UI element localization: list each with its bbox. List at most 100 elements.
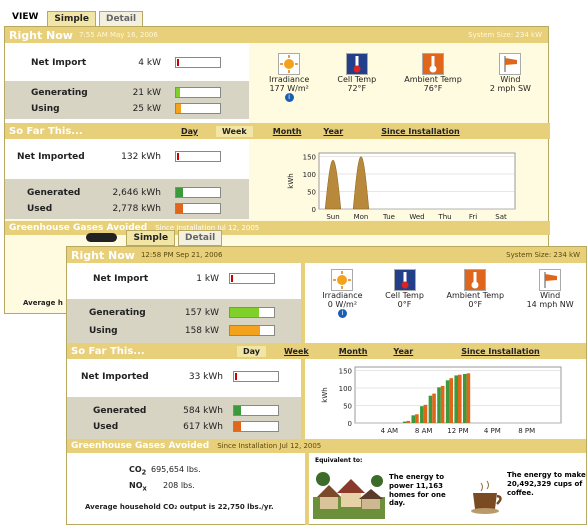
front-cell-temp-value: 0°F — [397, 300, 412, 309]
back-net-imported-label: Net Imported — [17, 151, 85, 162]
front-using-value: 158 kW — [184, 325, 219, 336]
x-tick-label: 12 PM — [447, 427, 468, 435]
back-generating-label: Generating — [31, 87, 88, 98]
back-ambient-temp-label: Ambient Temp — [404, 75, 462, 84]
front-emissions: CO2 695,654 lbs. NOx 208 lbs. Average ho… — [67, 453, 301, 525]
back-used-value: 2,778 kWh — [112, 203, 161, 214]
front-right-now-header: Right Now 12:58 PM Sep 21, 2006 System S… — [67, 247, 586, 263]
used-bar — [423, 404, 428, 423]
front-generating-meter — [229, 307, 275, 318]
front-sensor-cell-temp[interactable]: Cell Temp 0°F — [385, 269, 424, 318]
front-window: VIEW Simple Detail Right Now 12:58 PM Se… — [66, 228, 587, 525]
x-tick-label: 8 AM — [415, 427, 433, 435]
front-using-label: Using — [89, 325, 118, 336]
week-chart: 0 50 100 150 kWh Sun Mon Tue Wed Thu Fri Sat — [287, 152, 516, 221]
back-cell-temp-label: Cell Temp — [337, 75, 377, 84]
generated-bar — [454, 375, 458, 423]
front-period-month[interactable]: Month — [339, 347, 368, 356]
front-period-since-installation[interactable]: Since Installation — [461, 347, 539, 356]
x-tick-label: 4 PM — [484, 427, 501, 435]
front-wind-value: 14 mph NW — [526, 300, 574, 309]
front-generating-label: Generating — [89, 307, 146, 318]
info-icon[interactable]: i — [337, 309, 347, 318]
front-equivalents: Equivalent to: The energy to power 11,16… — [305, 453, 586, 525]
front-so-far-title: So Far This... — [71, 345, 145, 357]
x-tick-label: Wed — [409, 213, 424, 221]
tab-detail[interactable]: Detail — [98, 11, 144, 27]
front-generating-value: 157 kW — [184, 307, 219, 318]
back-period-year[interactable]: Year — [323, 127, 343, 136]
back-irradiance-label: Irradiance — [269, 75, 310, 84]
back-generating-value: 21 kW — [132, 87, 161, 98]
back-sensor-irradiance[interactable]: Irradiance 177 W/m² i — [269, 53, 309, 102]
plot-area — [318, 152, 516, 210]
back-using-meter — [175, 103, 221, 114]
used-bar — [406, 420, 411, 423]
used-bar — [415, 414, 419, 423]
back-net-import-value: 4 kW — [138, 57, 161, 68]
used-bar — [449, 378, 454, 423]
tab-simple[interactable]: Simple — [47, 11, 96, 27]
front-ambient-temp-label: Ambient Temp — [446, 291, 505, 300]
x-tick-label: Thu — [437, 213, 451, 221]
front-period-year[interactable]: Year — [393, 347, 413, 356]
front-net-import-label: Net Import — [93, 273, 149, 284]
front-sensors: Irradiance 0 W/m² i Cell Temp 0°F Ambien… — [311, 269, 585, 318]
back-right-now-header: Right Now 7:55 AM May 16, 2006 System Si… — [5, 27, 548, 43]
y-axis-label: kWh — [321, 387, 329, 402]
front-panel: Right Now 12:58 PM Sep 21, 2006 System S… — [66, 246, 587, 525]
front-so-far-header: So Far This... Day Week Month Year Since… — [67, 343, 586, 359]
front-generated-label: Generated — [93, 405, 147, 416]
front-using-meter — [229, 325, 275, 336]
front-timestamp: 12:58 PM Sep 21, 2006 — [140, 251, 223, 259]
x-tick-label: Fri — [469, 213, 477, 221]
back-timestamp: 7:55 AM May 16, 2006 — [78, 31, 158, 39]
front-used-value: 617 kWh — [183, 421, 223, 432]
front-period-day[interactable]: Day — [237, 345, 267, 357]
x-tick-label: Sun — [326, 213, 339, 221]
back-period-day[interactable]: Day — [181, 127, 198, 136]
back-sensors: Irradiance 177 W/m² i Cell Temp 72°F Amb… — [255, 53, 545, 102]
used-bar — [458, 374, 462, 423]
front-generated-value: 584 kWh — [183, 405, 223, 416]
back-using-label: Using — [31, 103, 60, 114]
back-used-label: Used — [27, 203, 53, 214]
front-period-week[interactable]: Week — [284, 347, 309, 356]
back-net-import-label: Net Import — [31, 57, 87, 68]
front-greenhouse-header: Greenhouse Gases Avoided Since Installat… — [67, 439, 586, 453]
front-irradiance-value: 0 W/m² — [327, 300, 358, 309]
back-generating-meter — [175, 87, 221, 98]
front-right-now-left: Net Import 1 kW Generating 157 kW Using … — [67, 263, 305, 343]
back-sensor-cell-temp[interactable]: Cell Temp 72°F — [337, 53, 376, 102]
front-net-imported-label: Net Imported — [81, 371, 149, 382]
front-sensor-irradiance[interactable]: Irradiance 0 W/m² i — [322, 269, 363, 318]
front-tab-simple[interactable]: Simple — [126, 230, 176, 246]
back-tab-row: VIEW Simple Detail — [12, 7, 144, 27]
back-system-size: System Size: 234 kW — [468, 31, 542, 39]
back-so-far-left: Net Imported 132 kWh Generated 2,646 kWh… — [5, 139, 249, 219]
back-period-week[interactable]: Week — [216, 125, 253, 137]
back-ambient-temp-value: 76°F — [423, 84, 443, 93]
back-generated-value: 2,646 kWh — [112, 187, 161, 198]
back-using-value: 25 kW — [132, 103, 161, 114]
equivalent-label: Equivalent to: — [315, 457, 363, 464]
front-sensor-ambient-temp[interactable]: Ambient Temp 0°F — [446, 269, 504, 318]
x-tick-label: 8 PM — [518, 427, 535, 435]
back-so-far-title: So Far This... — [9, 125, 83, 137]
back-wind-value: 2 mph SW — [489, 84, 531, 93]
back-right-now-left: Net Import 4 kW Generating 21 kW Using 2… — [5, 43, 249, 123]
front-tab-detail[interactable]: Detail — [178, 230, 223, 246]
y-tick-label: 100 — [339, 385, 352, 393]
view-label: VIEW — [12, 12, 39, 22]
back-sensor-wind[interactable]: Wind 2 mph SW — [490, 53, 531, 102]
back-period-month[interactable]: Month — [273, 127, 302, 136]
front-sensor-wind[interactable]: Wind 14 mph NW — [527, 269, 574, 318]
info-icon[interactable]: i — [284, 93, 294, 102]
back-used-meter — [175, 203, 221, 214]
back-sensor-ambient-temp[interactable]: Ambient Temp 76°F — [404, 53, 462, 102]
y-tick-label: 50 — [343, 403, 352, 411]
y-tick-label: 100 — [303, 171, 316, 179]
front-so-far-left: Net Imported 33 kWh Generated 584 kWh Us… — [67, 359, 305, 439]
y-tick-label: 50 — [307, 189, 316, 197]
back-period-since-installation[interactable]: Since Installation — [381, 127, 459, 136]
